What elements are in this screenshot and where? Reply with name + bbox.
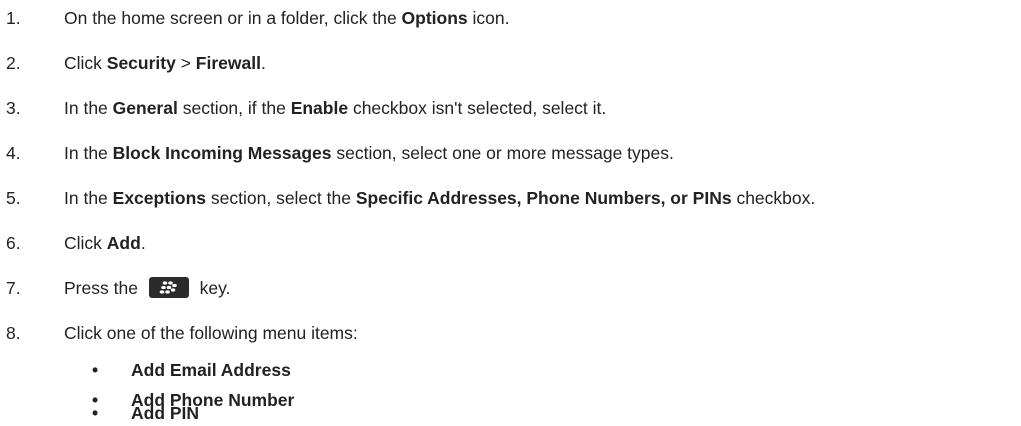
instructions-document: 1. On the home screen or in a folder, cl… bbox=[0, 0, 1021, 426]
step-bold-term: Firewall bbox=[195, 53, 261, 73]
blackberry-menu-key-icon bbox=[148, 277, 189, 299]
step-number: 5. bbox=[6, 188, 21, 208]
step-number: 2. bbox=[6, 53, 21, 73]
step-text: In the General section, if the Enable ch… bbox=[64, 97, 606, 119]
step-text-part: icon. bbox=[467, 8, 510, 28]
step-text: On the home screen or in a folder, click… bbox=[64, 7, 509, 29]
step-text-part: In the bbox=[64, 143, 113, 163]
bullet: • bbox=[92, 360, 99, 380]
step-bold-term: Enable bbox=[290, 98, 349, 118]
step-text-part: section, select one or more message type… bbox=[331, 143, 674, 163]
step-bold-term: Security bbox=[106, 53, 176, 73]
step-text: Click Add. bbox=[64, 232, 146, 254]
step-number: 3. bbox=[6, 98, 21, 118]
step-text-part: > bbox=[175, 53, 196, 73]
step-text-part: checkbox. bbox=[731, 188, 816, 208]
step-bold-term: Add bbox=[106, 233, 141, 253]
step-text: In the Exceptions section, select the Sp… bbox=[64, 187, 815, 209]
step-text: Click Security > Firewall. bbox=[64, 52, 266, 74]
step-text-part: Click bbox=[64, 53, 107, 73]
step-number: 1. bbox=[6, 8, 21, 28]
step-text: In the Block Incoming Messages section, … bbox=[64, 142, 674, 164]
step-bold-term: Specific Addresses, Phone Numbers, or PI… bbox=[355, 188, 732, 208]
step-number: 6. bbox=[6, 233, 21, 253]
step-number: 8. bbox=[6, 323, 21, 343]
step-text-part: key. bbox=[194, 278, 231, 298]
step-text-part: Click bbox=[64, 233, 107, 253]
step-text-part: In the bbox=[64, 98, 113, 118]
step-text-part: . bbox=[140, 233, 146, 253]
step-text-part: checkbox isn't selected, select it. bbox=[348, 98, 607, 118]
step-text-part: section, select the bbox=[206, 188, 356, 208]
step-text-part: Press the bbox=[64, 278, 143, 298]
step-text-part: On the home screen or in a folder, click… bbox=[64, 8, 402, 28]
menu-item-label: Add PIN bbox=[131, 403, 200, 423]
step-text-part: . bbox=[260, 53, 266, 73]
step-number: 4. bbox=[6, 143, 21, 163]
step-number: 7. bbox=[6, 278, 21, 298]
menu-item-label: Add Email Address bbox=[131, 360, 291, 380]
step-text: Press the key. bbox=[64, 277, 230, 299]
step-text-part: In the bbox=[64, 188, 113, 208]
bullet: • bbox=[92, 403, 99, 423]
step-bold-term: Options bbox=[401, 8, 468, 28]
step-bold-term: Block Incoming Messages bbox=[112, 143, 332, 163]
step-bold-term: General bbox=[112, 98, 178, 118]
step-text: Click one of the following menu items: bbox=[64, 323, 358, 343]
step-bold-term: Exceptions bbox=[112, 188, 207, 208]
step-text-part: section, if the bbox=[177, 98, 291, 118]
